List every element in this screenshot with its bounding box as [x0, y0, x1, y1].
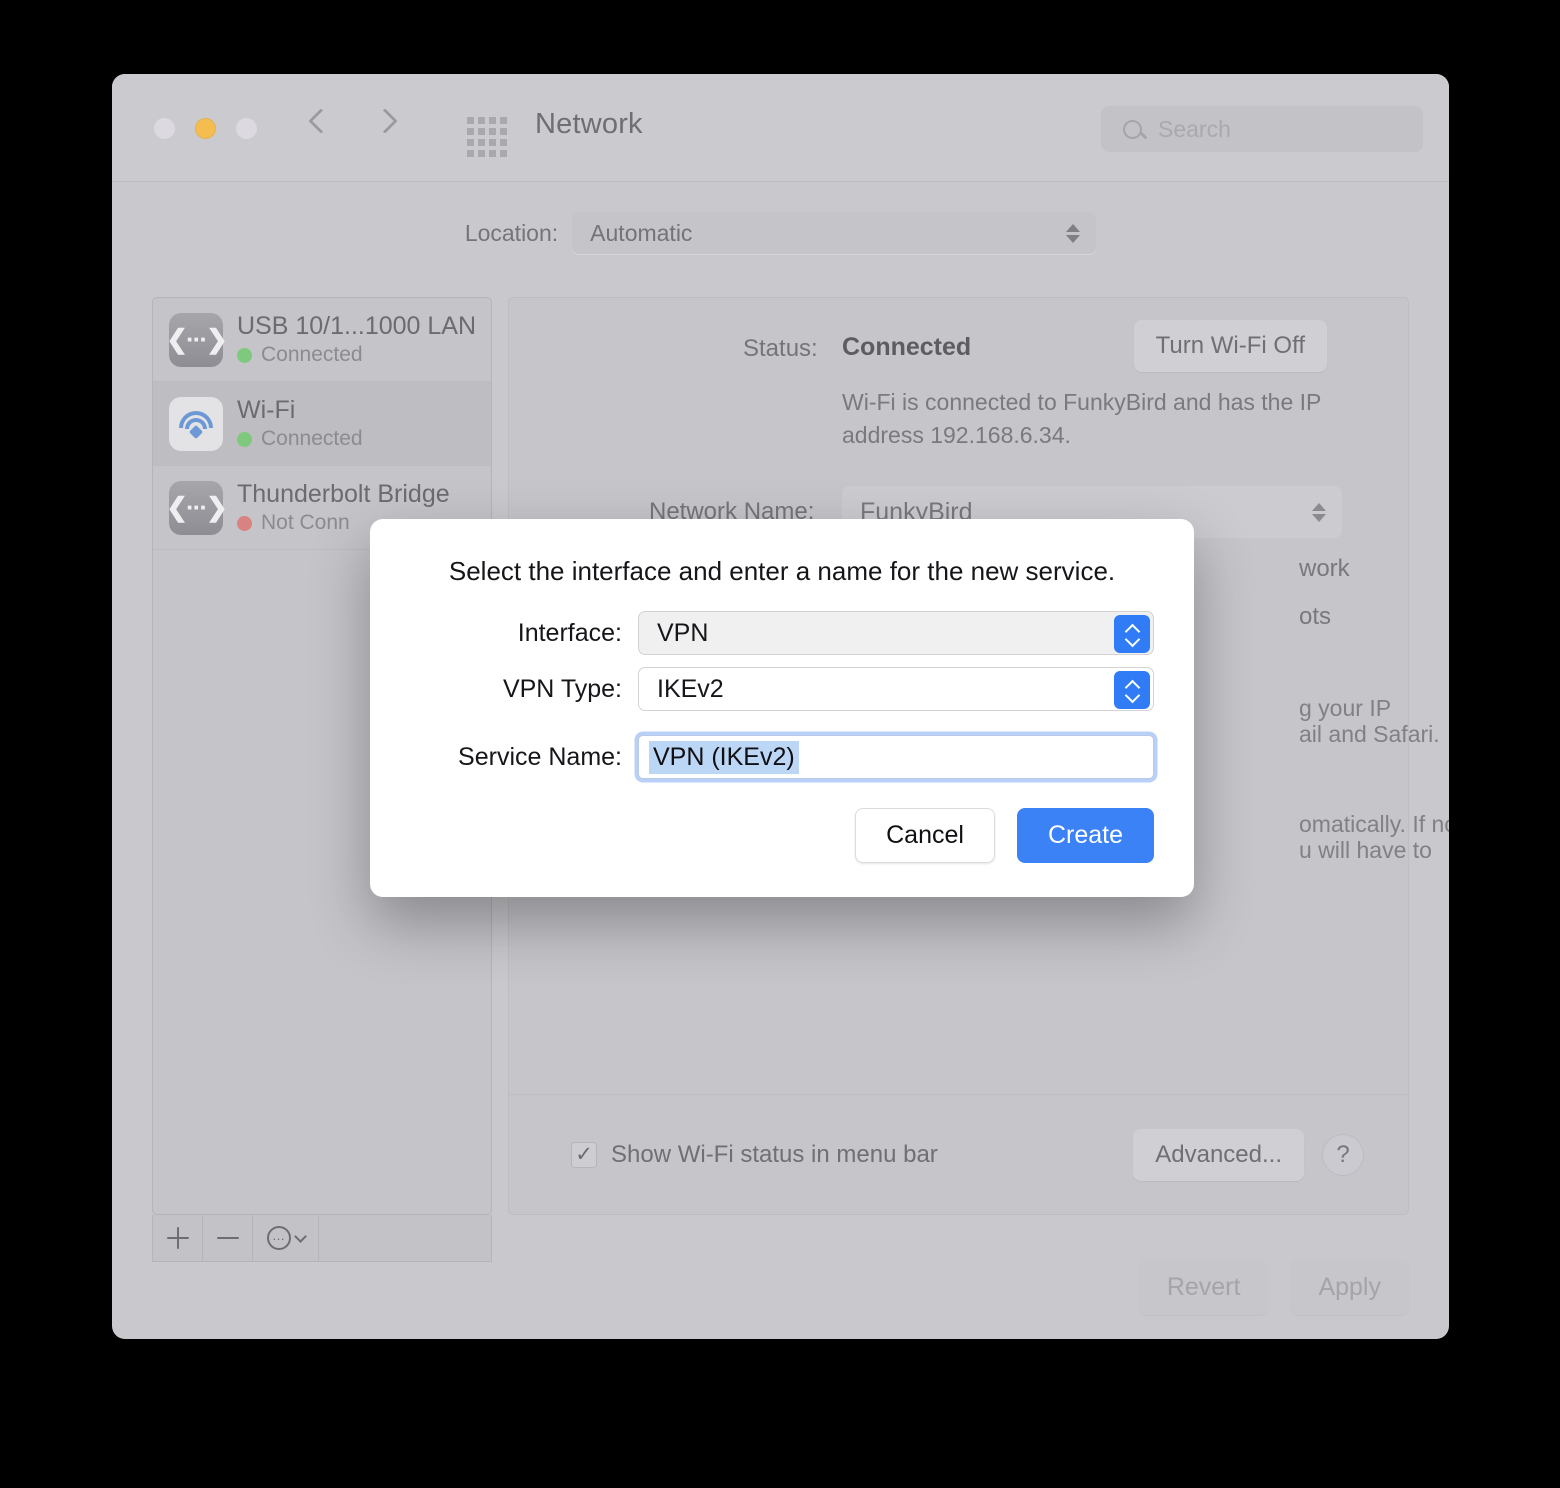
status-value: Connected	[842, 333, 972, 361]
forward-arrow-icon[interactable]	[372, 108, 398, 134]
service-status: Connected	[237, 343, 476, 367]
obscured-text-automatically: omatically. If no	[1299, 811, 1449, 837]
window-titlebar: Network Search	[112, 74, 1449, 182]
location-label: Location:	[464, 219, 559, 246]
vpn-type-value: IKEv2	[657, 674, 724, 703]
sidebar-item-wifi[interactable]: Wi-Fi Connected	[153, 382, 491, 466]
page-title: Network	[535, 108, 643, 140]
help-button[interactable]: ?	[1322, 1133, 1364, 1176]
show-wifi-status-checkbox[interactable]: ✓ Show Wi-Fi status in menu bar	[571, 1141, 938, 1169]
location-row: Location: Automatic	[112, 212, 1449, 254]
service-name: Thunderbolt Bridge	[237, 480, 450, 508]
minimize-button-icon[interactable]	[195, 118, 216, 139]
new-service-dialog: Select the interface and enter a name fo…	[370, 519, 1194, 897]
sidebar-toolbar: …	[152, 1215, 492, 1262]
checkmark-icon: ✓	[571, 1141, 597, 1168]
ellipsis-circle-icon: …	[266, 1226, 291, 1250]
detail-bottom-bar: ✓ Show Wi-Fi status in menu bar Advanced…	[509, 1094, 1408, 1214]
revert-button[interactable]: Revert	[1138, 1260, 1269, 1315]
obscured-text-ask-join-hotspots: ots	[1299, 603, 1332, 630]
obscured-text-your-ip: g your IP	[1299, 695, 1392, 721]
service-status: Connected	[237, 427, 363, 451]
status-description: Wi-Fi is connected to FunkyBird and has …	[842, 389, 1321, 448]
status-label: Status:	[743, 335, 818, 362]
service-status-label: Not Conn	[261, 511, 350, 534]
apply-button[interactable]: Apply	[1290, 1260, 1409, 1315]
traffic-lights	[154, 118, 257, 139]
service-name-row: Service Name: VPN (IKEv2)	[370, 735, 1194, 779]
vpn-type-select[interactable]: IKEv2	[638, 667, 1154, 711]
interface-value: VPN	[657, 618, 709, 647]
search-field[interactable]: Search	[1101, 106, 1423, 152]
obscured-text-ask-join-network: work	[1299, 555, 1350, 582]
chevron-updown-icon	[1312, 502, 1326, 522]
vpn-type-row: VPN Type: IKEv2	[370, 667, 1194, 711]
service-name: Wi-Fi	[237, 396, 296, 424]
ethernet-icon: ❮···❯	[166, 480, 228, 535]
show-all-grid-icon[interactable]	[467, 117, 507, 157]
obscured-text-mail-safari: ail and Safari.	[1299, 721, 1440, 747]
wifi-icon	[169, 396, 223, 451]
location-value: Automatic	[590, 219, 693, 246]
chevron-down-icon	[293, 1229, 307, 1243]
service-name-label: Service Name:	[458, 742, 622, 771]
back-arrow-icon[interactable]	[308, 108, 334, 134]
status-dot-icon	[237, 347, 252, 363]
status-dot-icon	[237, 515, 252, 531]
dialog-headline: Select the interface and enter a name fo…	[448, 556, 1116, 586]
service-name-value: VPN (IKEv2)	[649, 740, 799, 774]
search-icon	[1123, 119, 1142, 139]
status-dot-icon	[237, 431, 252, 447]
vpn-type-label: VPN Type:	[502, 674, 622, 703]
dialog-buttons: Cancel Create	[855, 808, 1154, 863]
interface-row: Interface: VPN	[370, 611, 1194, 655]
create-button[interactable]: Create	[1016, 808, 1154, 863]
nav-arrows	[308, 108, 398, 134]
interface-select[interactable]: VPN	[638, 611, 1154, 655]
close-button-icon[interactable]	[154, 118, 175, 139]
service-status-label: Connected	[261, 343, 363, 366]
action-menu-button[interactable]: …	[253, 1215, 319, 1261]
location-select[interactable]: Automatic	[572, 212, 1097, 254]
remove-service-button[interactable]	[203, 1215, 253, 1261]
service-name: USB 10/1...1000 LAN	[237, 312, 477, 340]
ethernet-icon: ❮···❯	[166, 312, 228, 367]
chevron-updown-icon[interactable]	[1114, 671, 1150, 709]
turn-wifi-off-button[interactable]: Turn Wi-Fi Off	[1133, 320, 1327, 372]
service-name-input[interactable]: VPN (IKEv2)	[638, 735, 1154, 779]
sidebar-item-usb-lan[interactable]: ❮···❯ USB 10/1...1000 LAN Connected	[153, 298, 491, 382]
show-wifi-status-label: Show Wi-Fi status in menu bar	[611, 1140, 938, 1168]
advanced-button[interactable]: Advanced...	[1133, 1128, 1304, 1181]
service-status-label: Connected	[261, 427, 363, 450]
search-placeholder: Search	[1158, 115, 1231, 142]
obscured-text-will-have-to: u will have to	[1299, 837, 1432, 863]
cancel-button[interactable]: Cancel	[855, 808, 995, 863]
window-footer: Revert Apply	[1138, 1260, 1409, 1315]
add-service-button[interactable]	[153, 1215, 203, 1261]
chevron-updown-icon[interactable]	[1114, 615, 1150, 653]
interface-label: Interface:	[517, 618, 622, 647]
chevron-updown-icon	[1066, 223, 1081, 243]
zoom-button-icon[interactable]	[236, 118, 257, 139]
